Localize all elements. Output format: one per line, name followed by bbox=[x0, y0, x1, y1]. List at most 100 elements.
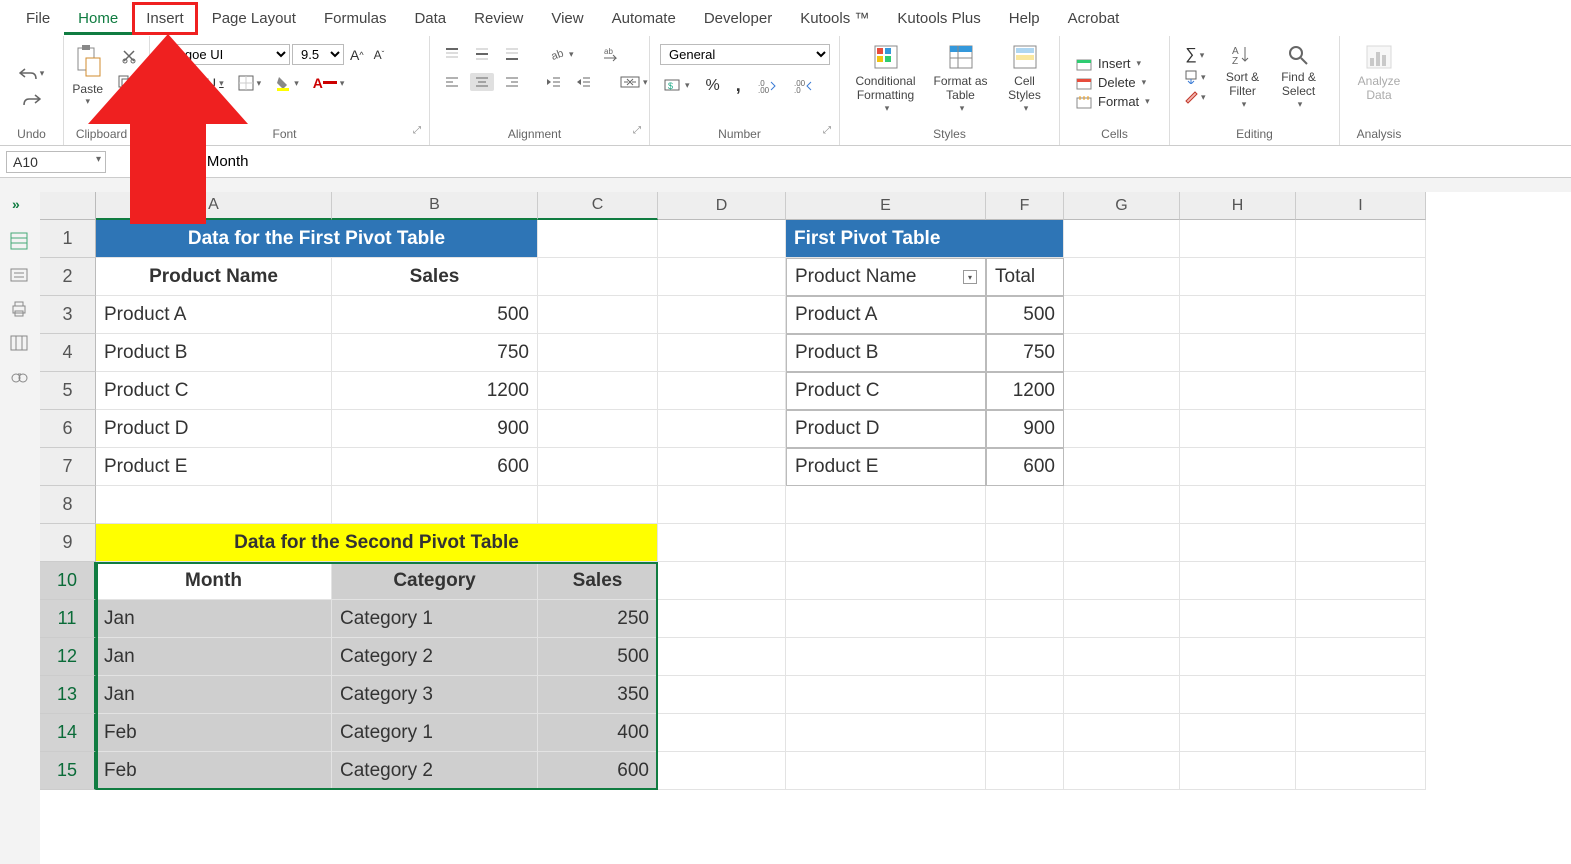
cell[interactable] bbox=[786, 562, 986, 600]
italic-button[interactable]: I bbox=[184, 73, 196, 93]
row-head-7[interactable]: 7 bbox=[40, 448, 96, 486]
menu-page-layout[interactable]: Page Layout bbox=[198, 2, 310, 35]
col-head-I[interactable]: I bbox=[1296, 192, 1426, 220]
autosum-button[interactable]: ∑ bbox=[1180, 44, 1210, 66]
cell[interactable]: Sales bbox=[332, 258, 538, 296]
cell[interactable] bbox=[1180, 486, 1296, 524]
cell[interactable]: Product E bbox=[786, 448, 986, 486]
cell[interactable]: 250 bbox=[538, 600, 658, 638]
cell[interactable] bbox=[1296, 562, 1426, 600]
cell[interactable] bbox=[658, 600, 786, 638]
cell[interactable] bbox=[786, 638, 986, 676]
undo-button[interactable] bbox=[15, 65, 49, 83]
cell[interactable] bbox=[1180, 372, 1296, 410]
cell[interactable]: Product C bbox=[786, 372, 986, 410]
cell[interactable] bbox=[658, 524, 786, 562]
cell[interactable]: 350 bbox=[538, 676, 658, 714]
col-head-G[interactable]: G bbox=[1064, 192, 1180, 220]
number-format-select[interactable]: General bbox=[660, 44, 830, 65]
cell[interactable] bbox=[538, 334, 658, 372]
cell[interactable]: Product Name▾ bbox=[786, 258, 986, 296]
cell[interactable]: 750 bbox=[986, 334, 1064, 372]
spreadsheet-grid[interactable]: ABCDEFGHI 123456789101112131415 Data for… bbox=[40, 192, 1571, 864]
row-head-9[interactable]: 9 bbox=[40, 524, 96, 562]
row-head-14[interactable]: 14 bbox=[40, 714, 96, 752]
col-head-A[interactable]: A bbox=[96, 192, 332, 220]
cell[interactable] bbox=[1180, 220, 1296, 258]
cell[interactable] bbox=[986, 714, 1064, 752]
menu-help[interactable]: Help bbox=[995, 2, 1054, 35]
cell[interactable]: 900 bbox=[986, 410, 1064, 448]
cell[interactable]: First Pivot Table bbox=[786, 220, 1064, 258]
col-head-D[interactable]: D bbox=[658, 192, 786, 220]
menu-insert[interactable]: Insert bbox=[132, 2, 198, 35]
menu-automate[interactable]: Automate bbox=[598, 2, 690, 35]
align-center-button[interactable] bbox=[470, 73, 494, 91]
cell[interactable] bbox=[986, 486, 1064, 524]
increase-indent-button[interactable] bbox=[572, 73, 596, 91]
cell[interactable] bbox=[1180, 714, 1296, 752]
cell[interactable]: Category 1 bbox=[332, 600, 538, 638]
row-head-10[interactable]: 10 bbox=[40, 562, 96, 600]
cell[interactable] bbox=[786, 714, 986, 752]
align-top-button[interactable] bbox=[440, 45, 464, 63]
expand-panel-icon[interactable]: » bbox=[12, 196, 20, 212]
select-all-cell[interactable] bbox=[40, 192, 96, 220]
row-head-3[interactable]: 3 bbox=[40, 296, 96, 334]
cell[interactable] bbox=[1296, 372, 1426, 410]
sort-filter-button[interactable]: AZ Sort & Filter bbox=[1216, 40, 1270, 114]
insert-cells-button[interactable]: Insert▾ bbox=[1070, 55, 1147, 72]
cell[interactable]: Product Name bbox=[96, 258, 332, 296]
cell[interactable] bbox=[1064, 334, 1180, 372]
cell[interactable] bbox=[538, 448, 658, 486]
cell[interactable]: Category bbox=[332, 562, 538, 600]
cell[interactable] bbox=[658, 562, 786, 600]
menu-acrobat[interactable]: Acrobat bbox=[1054, 2, 1134, 35]
analyze-data-button[interactable]: Analyze Data bbox=[1346, 40, 1412, 107]
cell[interactable]: Month bbox=[96, 562, 332, 600]
cell[interactable]: Feb bbox=[96, 752, 332, 790]
cell[interactable] bbox=[1296, 524, 1426, 562]
menu-home[interactable]: Home bbox=[64, 2, 132, 35]
cell[interactable]: Jan bbox=[96, 600, 332, 638]
menu-developer[interactable]: Developer bbox=[690, 2, 786, 35]
menu-file[interactable]: File bbox=[12, 2, 64, 35]
cell[interactable] bbox=[1064, 676, 1180, 714]
cell[interactable] bbox=[986, 600, 1064, 638]
row-head-6[interactable]: 6 bbox=[40, 410, 96, 448]
cell[interactable] bbox=[1296, 600, 1426, 638]
cell[interactable] bbox=[986, 562, 1064, 600]
accounting-format-button[interactable]: $ bbox=[660, 76, 694, 96]
cell[interactable] bbox=[1064, 524, 1180, 562]
cell[interactable] bbox=[538, 372, 658, 410]
row-head-5[interactable]: 5 bbox=[40, 372, 96, 410]
cell[interactable] bbox=[986, 676, 1064, 714]
font-name-select[interactable]: Segoe UI bbox=[160, 44, 290, 65]
cell[interactable]: 500 bbox=[986, 296, 1064, 334]
cell[interactable] bbox=[658, 714, 786, 752]
cell[interactable] bbox=[786, 486, 986, 524]
cell[interactable]: Feb bbox=[96, 714, 332, 752]
clipboard-launcher-icon[interactable]: ⤢ bbox=[133, 129, 143, 140]
decrease-indent-button[interactable] bbox=[542, 73, 566, 91]
row-head-13[interactable]: 13 bbox=[40, 676, 96, 714]
cell[interactable] bbox=[1064, 752, 1180, 790]
cell[interactable] bbox=[1064, 372, 1180, 410]
name-box[interactable]: A10 bbox=[6, 151, 106, 173]
cell[interactable]: Total bbox=[986, 258, 1064, 296]
delete-cells-button[interactable]: Delete▾ bbox=[1070, 74, 1152, 91]
menu-review[interactable]: Review bbox=[460, 2, 537, 35]
cell[interactable] bbox=[538, 220, 658, 258]
cell[interactable] bbox=[1296, 714, 1426, 752]
find-icon[interactable] bbox=[10, 368, 28, 386]
row-head-11[interactable]: 11 bbox=[40, 600, 96, 638]
fill-color-button[interactable] bbox=[271, 73, 303, 93]
row-head-12[interactable]: 12 bbox=[40, 638, 96, 676]
cell[interactable] bbox=[1296, 296, 1426, 334]
cell[interactable] bbox=[1180, 258, 1296, 296]
cell[interactable]: Product B bbox=[96, 334, 332, 372]
cell[interactable]: 1200 bbox=[332, 372, 538, 410]
row-head-8[interactable]: 8 bbox=[40, 486, 96, 524]
redo-button[interactable] bbox=[19, 91, 45, 109]
cell[interactable]: Category 2 bbox=[332, 752, 538, 790]
